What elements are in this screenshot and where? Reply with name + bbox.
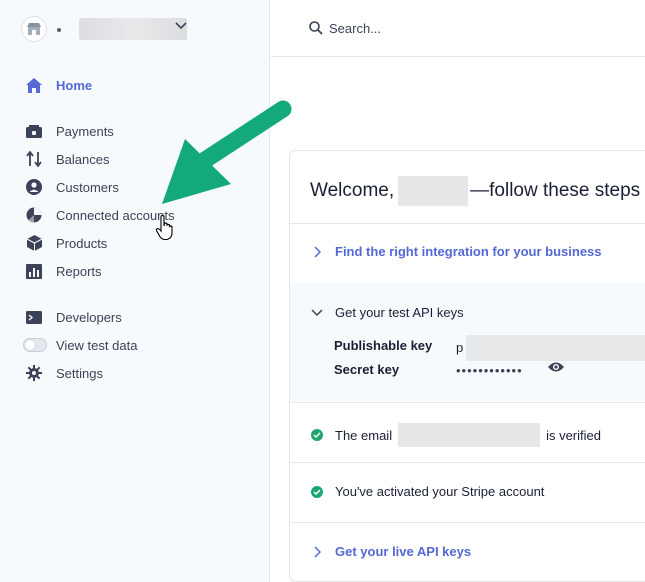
- step-test-keys-label: Get your test API keys: [335, 305, 464, 320]
- eye-icon[interactable]: [548, 361, 564, 373]
- sidebar-item-products[interactable]: Products: [25, 233, 107, 253]
- check-icon-wrap: [310, 428, 324, 442]
- secret-key-value: ••••••••••••: [456, 363, 523, 378]
- email-suffix: is verified: [546, 427, 601, 443]
- top-bar: [271, 0, 645, 57]
- chevron-down-icon: [175, 22, 187, 30]
- divider: [290, 402, 645, 403]
- step-integration-link[interactable]: Find the right integration for your busi…: [335, 244, 602, 259]
- sidebar-item-label: Reports: [56, 263, 102, 279]
- sidebar-item-home[interactable]: Home: [25, 75, 92, 95]
- connected-accounts-icon: [25, 206, 43, 224]
- secret-key-label: Secret key: [334, 362, 400, 377]
- app: Home Payments Balances Customers Connect…: [0, 0, 645, 582]
- account-name-redacted: [79, 18, 187, 40]
- payments-icon: [25, 122, 43, 140]
- welcome-heading: Welcome, —follow these steps: [310, 176, 640, 206]
- sidebar-item-label: Customers: [56, 179, 119, 195]
- chevron-down-icon: [310, 306, 324, 320]
- sidebar-item-label: Developers: [56, 309, 122, 325]
- gear-icon: [25, 364, 43, 382]
- toggle-switch[interactable]: [23, 338, 47, 352]
- products-icon: [25, 234, 43, 252]
- step-email-verified: The email is verified: [310, 423, 601, 447]
- chevron-right-icon: [310, 545, 324, 559]
- search-input[interactable]: [329, 18, 629, 38]
- user-name-redacted: [398, 176, 469, 206]
- sidebar-item-developers[interactable]: Developers: [25, 307, 122, 327]
- check-icon-wrap: [310, 485, 324, 499]
- check-circle-icon: [311, 429, 323, 441]
- divider: [290, 223, 645, 224]
- email-prefix: The email: [335, 427, 393, 443]
- sidebar-item-balances[interactable]: Balances: [25, 149, 109, 169]
- sidebar-item-label: Payments: [56, 123, 114, 139]
- test-data-toggle[interactable]: View test data: [23, 335, 138, 355]
- sidebar-item-customers[interactable]: Customers: [25, 177, 119, 197]
- sidebar-item-settings[interactable]: Settings: [25, 363, 103, 383]
- publishable-key-redacted: [466, 335, 645, 361]
- step-activated: You've activated your Stripe account: [310, 484, 544, 499]
- email-redacted: [398, 423, 541, 447]
- account-name-redacted-dot: [57, 28, 61, 32]
- annotation-arrow-icon: [162, 100, 292, 204]
- step-test-keys[interactable]: Get your test API keys: [310, 305, 464, 320]
- hand-cursor-icon: [155, 215, 173, 241]
- reports-icon: [25, 262, 43, 280]
- customers-icon: [25, 178, 43, 196]
- divider: [290, 522, 645, 523]
- onboarding-card: Welcome, —follow these steps Find the ri…: [289, 150, 645, 582]
- welcome-suffix: —follow these steps: [470, 180, 641, 201]
- step-live-keys-link[interactable]: Get your live API keys: [335, 544, 471, 559]
- sidebar-item-label: View test data: [56, 337, 138, 353]
- step-activated-label: You've activated your Stripe account: [335, 484, 545, 499]
- sidebar-item-payments[interactable]: Payments: [25, 121, 114, 141]
- home-icon: [25, 76, 43, 94]
- publishable-key-value[interactable]: p: [456, 340, 463, 355]
- publishable-key-label: Publishable key: [334, 338, 433, 353]
- sidebar-item-label: Home: [56, 77, 93, 93]
- check-circle-icon: [311, 485, 323, 498]
- terminal-icon: [25, 308, 43, 326]
- step-live-keys[interactable]: Get your live API keys: [310, 544, 471, 559]
- divider: [290, 462, 645, 463]
- chevron-right-icon: [310, 245, 324, 259]
- step-integration[interactable]: Find the right integration for your busi…: [310, 244, 602, 259]
- sidebar-item-label: Settings: [56, 365, 103, 381]
- sidebar-item-label: Products: [56, 235, 108, 251]
- store-icon: [21, 16, 47, 42]
- search-icon: [309, 21, 323, 35]
- account-switcher[interactable]: [21, 16, 187, 42]
- sidebar-item-label: Balances: [56, 151, 110, 167]
- sidebar-item-reports[interactable]: Reports: [25, 261, 102, 281]
- balances-icon: [25, 150, 43, 168]
- welcome-prefix: Welcome,: [310, 180, 395, 201]
- sidebar: Home Payments Balances Customers Connect…: [0, 0, 270, 582]
